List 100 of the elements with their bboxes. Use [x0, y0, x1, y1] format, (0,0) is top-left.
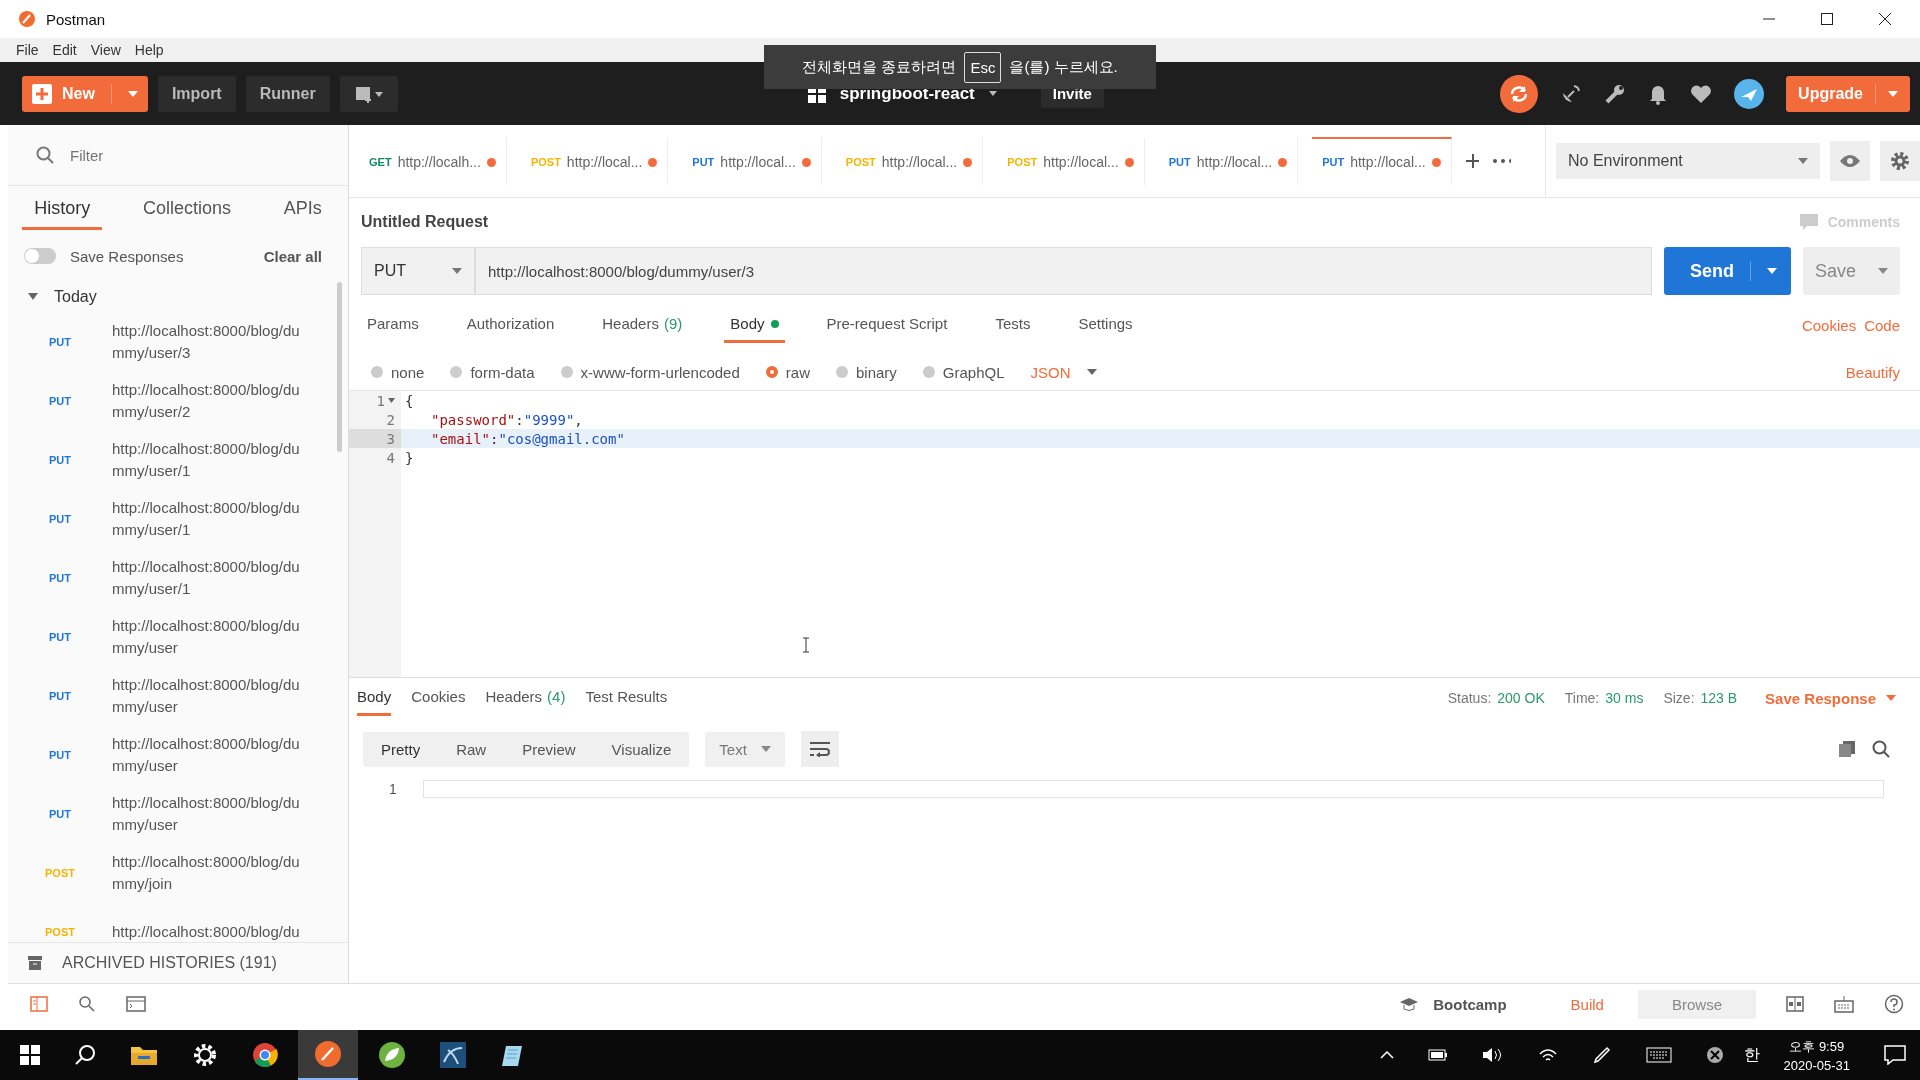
history-url[interactable]: http://localhost:8000/blog/du	[112, 920, 300, 942]
help-icon[interactable]	[1884, 994, 1904, 1014]
request-tab[interactable]: POST http://local...	[835, 137, 984, 185]
wrench-icon[interactable]	[1604, 82, 1627, 105]
archived-histories[interactable]: ARCHIVED HISTORIES (191)	[62, 954, 277, 972]
database-app-icon[interactable]	[440, 1042, 466, 1068]
sync-icon[interactable]	[1500, 74, 1539, 113]
leaf-icon[interactable]	[378, 1041, 406, 1069]
clock-time[interactable]: 오후 9:59	[1789, 1037, 1845, 1056]
notification-icon[interactable]	[1884, 1045, 1906, 1065]
view-mode-tab[interactable]: Pretty	[363, 731, 439, 767]
wrap-lines-icon[interactable]	[800, 731, 839, 767]
menu-item[interactable]: File	[16, 42, 39, 58]
response-tab[interactable]: Body	[357, 680, 392, 716]
fold-icon[interactable]	[388, 398, 395, 403]
response-tab[interactable]: Cookies	[411, 680, 466, 716]
close-circle-icon[interactable]	[1705, 1046, 1724, 1064]
history-url[interactable]: http://localhost:8000/blog/du mmy/user	[112, 614, 300, 659]
browser-icon[interactable]	[252, 1042, 278, 1068]
keyboard-icon[interactable]	[1645, 1047, 1672, 1063]
menu-item[interactable]: Help	[134, 42, 164, 58]
view-mode-tab[interactable]: Raw	[438, 731, 505, 767]
radio-button[interactable]	[922, 366, 935, 378]
battery-icon[interactable]	[1427, 1049, 1448, 1061]
request-tab[interactable]: POST http://local...	[520, 137, 669, 185]
toggle-switch[interactable]	[24, 248, 56, 264]
clear-all-link[interactable]: Clear all	[263, 247, 322, 265]
console-icon[interactable]	[126, 996, 146, 1012]
history-url[interactable]: http://localhost:8000/blog/du mmy/user/1	[112, 437, 300, 482]
expand-caret-icon[interactable]	[28, 293, 38, 301]
history-url[interactable]: http://localhost:8000/blog/du mmy/user/2	[112, 378, 300, 423]
clock-date[interactable]: 2020-05-31	[1783, 1057, 1850, 1073]
sidebar-toggle-icon[interactable]	[30, 996, 48, 1012]
search-icon[interactable]	[74, 1044, 96, 1066]
radio-button[interactable]	[371, 366, 383, 378]
request-tab[interactable]: PUT http://local...	[682, 137, 822, 185]
format-dropdown[interactable]: Text	[705, 731, 785, 767]
request-section-tab[interactable]: Pre-request Script	[820, 307, 954, 343]
copy-icon[interactable]	[1838, 740, 1856, 758]
chevron-up-icon[interactable]	[1379, 1051, 1394, 1059]
two-pane-icon[interactable]	[1786, 996, 1804, 1012]
menu-item[interactable]: View	[90, 42, 121, 58]
more-icon[interactable]	[1492, 159, 1511, 163]
settings-icon[interactable]	[1880, 141, 1920, 181]
runner-button[interactable]: Runner	[245, 75, 330, 112]
history-url[interactable]: http://localhost:8000/blog/du mmy/join	[112, 850, 300, 895]
folder-icon[interactable]	[130, 1044, 158, 1066]
menu-item[interactable]: Edit	[52, 42, 77, 58]
request-tab[interactable]: PUT http://local...	[1312, 137, 1452, 185]
method-dropdown[interactable]: PUT	[361, 247, 475, 295]
view-mode-tab[interactable]: Visualize	[593, 731, 690, 767]
add-tab-icon[interactable]	[1465, 154, 1479, 168]
gear-icon[interactable]	[192, 1042, 218, 1068]
radio-label[interactable]: GraphQL	[942, 363, 1005, 381]
speaker-icon[interactable]	[1481, 1046, 1504, 1064]
pen-icon[interactable]	[1591, 1045, 1612, 1065]
eye-icon[interactable]	[1830, 141, 1870, 181]
app-logo-icon[interactable]	[314, 1040, 342, 1068]
heart-icon[interactable]	[1690, 83, 1713, 104]
radio-button[interactable]	[450, 366, 463, 378]
keyboard-icon[interactable]	[1834, 995, 1854, 1013]
new-window-button[interactable]	[339, 75, 398, 112]
sidebar-tab[interactable]: APIs	[271, 198, 334, 230]
history-url[interactable]: http://localhost:8000/blog/du mmy/user/3	[112, 319, 300, 364]
request-tab[interactable]: GET http://localh...	[359, 137, 507, 185]
request-section-tab[interactable]: Body	[724, 307, 785, 343]
maximize-icon[interactable]	[1820, 12, 1834, 26]
radio-label[interactable]: binary	[855, 363, 897, 381]
search-icon[interactable]	[1872, 740, 1890, 758]
request-tab[interactable]: POST http://local...	[997, 137, 1145, 185]
bootcamp-button[interactable]: Bootcamp	[1399, 995, 1507, 1013]
satellite-icon[interactable]	[1560, 82, 1583, 105]
request-section-tab[interactable]: Authorization	[460, 307, 561, 343]
send-button[interactable]: Send	[1663, 247, 1791, 295]
radio-button[interactable]	[765, 366, 778, 378]
request-tab[interactable]: PUT http://local...	[1158, 137, 1299, 185]
environment-dropdown[interactable]: No Environment	[1556, 143, 1820, 179]
history-url[interactable]: http://localhost:8000/blog/du mmy/user	[112, 791, 300, 836]
request-section-tab[interactable]: Headers (9)	[596, 307, 689, 343]
url-field[interactable]: http://localhost:8000/blog/dummy/user/3	[475, 247, 1652, 295]
history-url[interactable]: http://localhost:8000/blog/du mmy/user/1	[112, 496, 300, 541]
sidebar-tab[interactable]: History	[22, 198, 103, 230]
radio-button[interactable]	[560, 366, 573, 378]
radio-label[interactable]: x-www-form-urlencoded	[580, 363, 740, 381]
response-tab[interactable]: Headers (4)	[485, 680, 566, 716]
history-url[interactable]: http://localhost:8000/blog/du mmy/user	[112, 673, 300, 718]
radio-button[interactable]	[835, 366, 848, 378]
filter-field[interactable]: Filter	[68, 145, 271, 165]
import-button[interactable]: Import	[157, 75, 236, 112]
view-mode-tab[interactable]: Preview	[504, 731, 594, 767]
radio-label[interactable]: none	[391, 363, 425, 381]
avatar-icon[interactable]	[1734, 78, 1765, 109]
radio-label[interactable]: raw	[785, 363, 810, 381]
response-tab[interactable]: Test Results	[585, 680, 668, 716]
close-icon[interactable]	[1878, 12, 1892, 26]
sidebar-tab[interactable]: Collections	[130, 198, 243, 230]
request-section-tab[interactable]: Tests	[989, 307, 1037, 343]
history-url[interactable]: http://localhost:8000/blog/du mmy/user/1	[112, 555, 300, 600]
ime-indicator[interactable]: 한	[1743, 1044, 1760, 1066]
radio-label[interactable]: form-data	[470, 363, 535, 381]
